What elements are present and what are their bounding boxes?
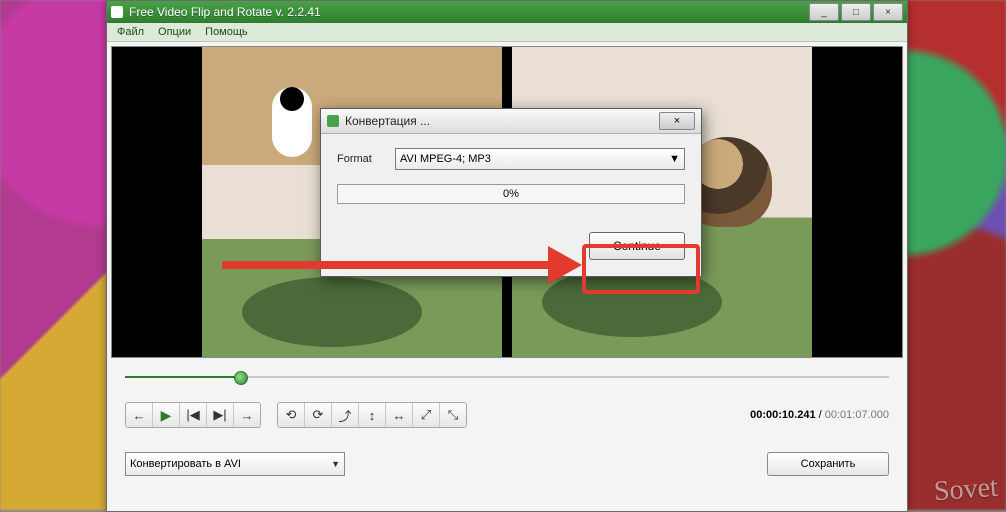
close-button[interactable]: × [873, 3, 903, 21]
chevron-down-icon: ▼ [331, 459, 340, 469]
dialog-titlebar[interactable]: Конвертация ... × [321, 109, 701, 134]
window-title: Free Video Flip and Rotate v. 2.2.41 [129, 5, 809, 19]
rotate-group: ⟲ ⟳ ⤴ ↕ ↔ ⤢ ⤡ [277, 402, 467, 428]
format-select[interactable]: AVI MPEG-4; MP3 ▼ [395, 148, 685, 170]
flip-1-button[interactable]: ⤴ [332, 403, 359, 427]
format-select-value: AVI MPEG-4; MP3 [400, 153, 491, 165]
minimize-button[interactable]: _ [809, 3, 839, 21]
bottom-bar: Конвертировать в AVI ▼ Сохранить [125, 452, 889, 476]
pet-bed-graphic [542, 267, 722, 337]
menu-help[interactable]: Помощь [205, 26, 248, 38]
flip-v-button[interactable]: ↕ [359, 403, 386, 427]
dialog-title: Конвертация ... [345, 114, 659, 128]
dialog-icon [327, 115, 339, 127]
time-current: 00:00:10.241 [750, 409, 815, 421]
toolbar: ← ▶ |◀ ▶| → ⟲ ⟳ ⤴ ↕ ↔ ⤢ ⤡ 00:00:10.241 /… [125, 402, 889, 428]
time-sep: / [819, 409, 822, 421]
rotate-ccw-button[interactable]: ⟲ [278, 403, 305, 427]
seek-thumb[interactable] [234, 371, 248, 385]
menu-options[interactable]: Опции [158, 26, 191, 38]
time-total: 00:01:07.000 [825, 409, 889, 421]
app-icon [111, 6, 123, 18]
progress-bar: 0% [337, 184, 685, 204]
conversion-dialog: Конвертация ... × Format AVI MPEG-4; MP3… [320, 108, 702, 277]
prev-frame-button[interactable]: |◀ [180, 403, 207, 427]
format-combo[interactable]: Конвертировать в AVI ▼ [125, 452, 345, 476]
format-combo-label: Конвертировать в AVI [130, 458, 241, 470]
chevron-down-icon: ▼ [669, 153, 680, 165]
transport-group: ← ▶ |◀ ▶| → [125, 402, 261, 428]
flip-diag2-button[interactable]: ⤡ [440, 403, 466, 427]
dog-graphic [272, 87, 312, 157]
pet-bed-graphic [242, 277, 422, 347]
dialog-close-button[interactable]: × [659, 112, 695, 130]
progress-text: 0% [503, 188, 519, 200]
flip-diag1-button[interactable]: ⤢ [413, 403, 440, 427]
maximize-button[interactable]: □ [841, 3, 871, 21]
rotate-cw-button[interactable]: ⟳ [305, 403, 332, 427]
continue-button[interactable]: Continue [589, 232, 685, 260]
next-frame-button[interactable]: ▶| [207, 403, 234, 427]
menu-file[interactable]: Файл [117, 26, 144, 38]
save-button[interactable]: Сохранить [767, 452, 889, 476]
titlebar[interactable]: Free Video Flip and Rotate v. 2.2.41 _ □… [107, 1, 907, 23]
step-forward-button[interactable]: → [234, 403, 260, 427]
flip-h-button[interactable]: ↔ [386, 403, 413, 427]
menubar: Файл Опции Помощь [107, 23, 907, 42]
time-display: 00:00:10.241 / 00:01:07.000 [750, 409, 889, 421]
seek-slider[interactable] [125, 370, 889, 384]
format-label: Format [337, 153, 387, 165]
step-back-button[interactable]: ← [126, 403, 153, 427]
play-button[interactable]: ▶ [153, 403, 180, 427]
